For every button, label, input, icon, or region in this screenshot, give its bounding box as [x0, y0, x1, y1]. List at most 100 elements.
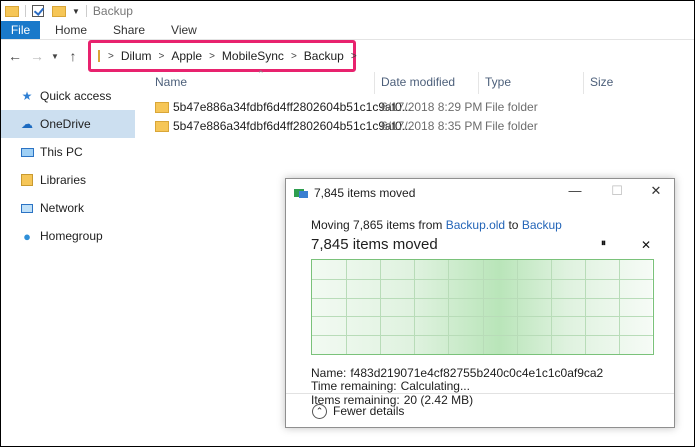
cloud-icon: ☁ — [21, 117, 33, 131]
file-type: File folder — [485, 119, 538, 133]
divider — [25, 5, 26, 17]
to-word: to — [508, 218, 519, 232]
divider — [85, 5, 87, 17]
dialog-title-bar: 7,845 items moved — ☐ ✕ — [286, 179, 674, 207]
file-date: 6/17/2018 8:35 PM — [381, 119, 483, 133]
sidebar-item-this-pc[interactable]: This PC — [1, 138, 135, 166]
breadcrumb-backup[interactable]: Backup > — [304, 49, 364, 63]
graph-gridline — [482, 260, 484, 354]
file-name: 5b47e886a34fdbf6d4ff2802604b51c1c9af0... — [173, 100, 412, 114]
transfer-speed-graph — [311, 259, 654, 355]
column-divider[interactable] — [583, 72, 584, 94]
fewer-details-toggle[interactable]: ⌃ Fewer details — [286, 393, 674, 428]
column-divider[interactable] — [478, 72, 479, 94]
breadcrumb-label: Dilum — [120, 49, 152, 63]
folder-icon — [5, 5, 19, 17]
title-bar: ▼ Backup — [1, 1, 694, 21]
minimize-button[interactable]: — — [565, 183, 585, 198]
detail-label: Time remaining: — [311, 379, 397, 393]
new-folder-icon[interactable] — [52, 5, 66, 17]
column-size[interactable]: Size — [590, 75, 613, 89]
graph-gridline — [618, 260, 620, 354]
tab-view[interactable]: View — [157, 21, 209, 39]
close-button[interactable]: ✕ — [646, 183, 666, 199]
sidebar-item-libraries[interactable]: Libraries — [1, 166, 135, 194]
source-link[interactable]: Backup.old — [446, 218, 505, 232]
chevron-right-icon: > — [290, 50, 297, 62]
pause-button[interactable]: ⏸ — [601, 238, 606, 249]
file-operation-dialog: 7,845 items moved — ☐ ✕ Moving 7,865 ite… — [285, 178, 675, 428]
file-type: File folder — [485, 100, 538, 114]
moving-prefix: Moving 7,865 items from — [311, 218, 443, 232]
graph-gridline — [584, 260, 586, 354]
detail-name: Name: f483d219071e4cf82755b240c0c4e1c1c0a… — [311, 366, 603, 380]
navigation-bar: ← → ▼ ↑ > Dilum > Apple > MobileSync > Back… — [1, 40, 694, 72]
sidebar-item-label: OneDrive — [40, 117, 91, 131]
window-title: Backup — [92, 4, 133, 18]
back-arrow-icon[interactable]: ← — [4, 48, 26, 64]
breadcrumb-root[interactable]: > — [108, 51, 121, 62]
chevron-up-icon: ⌃ — [312, 403, 327, 419]
sidebar-item-label: Quick access — [40, 89, 112, 103]
sidebar-item-label: This PC — [40, 145, 83, 159]
sidebar-item-network[interactable]: Network — [1, 194, 135, 222]
chevron-right-icon: > — [209, 50, 215, 62]
detail-time-remaining: Time remaining: Calculating... — [311, 379, 470, 393]
graph-gridline — [346, 260, 348, 354]
breadcrumb-dilum[interactable]: Dilum > — [121, 49, 172, 63]
detail-value: Calculating... — [400, 379, 470, 393]
sidebar-item-quick-access[interactable]: ★ Quick access — [1, 82, 135, 110]
column-name[interactable]: Name — [155, 75, 187, 89]
folder-icon — [98, 50, 100, 62]
graph-gridline — [448, 260, 450, 354]
graph-gridline — [380, 260, 382, 354]
properties-icon[interactable] — [32, 5, 44, 17]
sort-caret-icon: ⌃ — [257, 69, 265, 79]
star-icon: ★ — [21, 89, 33, 103]
graph-gridline — [312, 278, 653, 280]
fewer-details-label: Fewer details — [333, 404, 405, 418]
sidebar-item-homegroup[interactable]: ● Homegroup — [1, 222, 135, 250]
detail-label: Name: — [311, 366, 347, 380]
sidebar-item-label: Network — [40, 201, 85, 215]
tab-home[interactable]: Home — [40, 21, 99, 39]
address-bar[interactable]: > Dilum > Apple > MobileSync > Backup > — [88, 40, 357, 72]
customize-toolbar-icon[interactable]: ▼ — [72, 7, 80, 16]
chevron-right-icon: > — [158, 50, 165, 62]
breadcrumb-apple[interactable]: Apple > — [171, 49, 222, 63]
tab-share[interactable]: Share — [99, 21, 157, 39]
graph-gridline — [414, 260, 416, 354]
file-name: 5b47e886a34fdbf6d4ff2802604b51c1c9af0... — [173, 119, 412, 133]
sidebar-item-onedrive[interactable]: ☁ OneDrive — [1, 110, 135, 138]
file-date: 6/17/2018 8:29 PM — [381, 100, 483, 114]
chevron-right-icon: > — [350, 50, 357, 62]
detail-value: f483d219071e4cf82755b240c0c4e1c1c0af9ca2 — [350, 366, 604, 380]
maximize-button[interactable]: ☐ — [607, 183, 627, 199]
ribbon-tabs: File Home Share View — [1, 21, 694, 40]
up-arrow-icon[interactable]: ↑ — [62, 48, 84, 64]
column-date-modified[interactable]: Date modified — [381, 75, 455, 89]
network-icon — [20, 201, 34, 215]
breadcrumb-mobilesync[interactable]: MobileSync > — [222, 49, 304, 63]
moving-description: Moving 7,865 items from Backup.old to Ba… — [311, 218, 562, 232]
column-type[interactable]: Type — [485, 75, 511, 89]
recent-locations-icon[interactable]: ▼ — [48, 52, 62, 61]
forward-arrow-icon[interactable]: → — [26, 48, 48, 64]
homegroup-icon: ● — [23, 228, 31, 244]
breadcrumb-label: Backup — [303, 49, 344, 63]
graph-gridline — [550, 260, 552, 354]
list-item[interactable]: 5b47e886a34fdbf6d4ff2802604b51c1c9af0...… — [155, 97, 675, 117]
folder-icon — [155, 101, 169, 113]
graph-gridline — [312, 316, 653, 318]
breadcrumb-label: MobileSync — [221, 49, 284, 63]
tab-file[interactable]: File — [1, 21, 40, 39]
cancel-button[interactable]: ✕ — [641, 238, 651, 252]
computer-icon — [20, 145, 34, 159]
destination-link[interactable]: Backup — [522, 218, 562, 232]
list-item[interactable]: 5b47e886a34fdbf6d4ff2802604b51c1c9af0...… — [155, 116, 675, 136]
column-divider[interactable] — [374, 72, 375, 94]
column-header: ⌃ Name Date modified Type Size — [145, 69, 694, 94]
sidebar-item-label: Libraries — [40, 173, 87, 187]
status-heading: 7,845 items moved — [311, 236, 438, 253]
graph-gridline — [312, 335, 653, 337]
